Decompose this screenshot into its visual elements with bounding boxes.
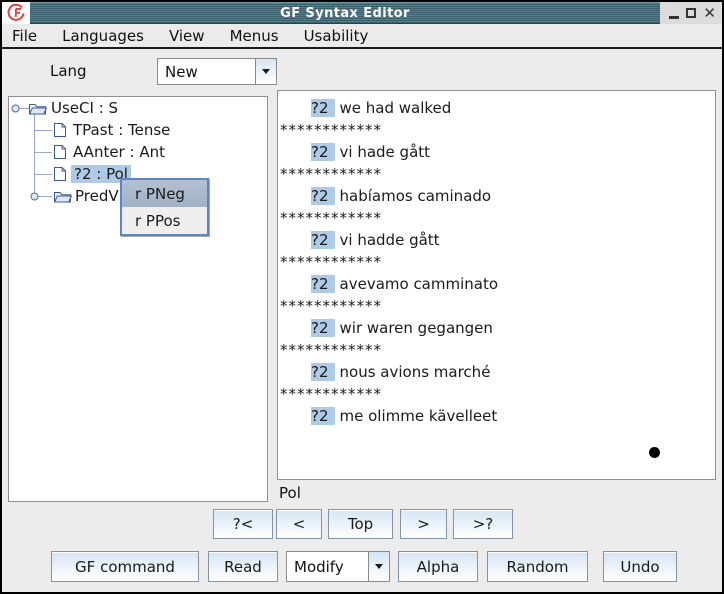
tree-row: AAnter : Ant (9, 141, 267, 163)
tree-expand-handle-icon[interactable] (30, 192, 39, 201)
folder-icon (53, 189, 72, 204)
linearization-line: ?2 avevamo camminato (278, 273, 715, 295)
prev-button[interactable]: < (276, 509, 322, 539)
maximize-icon[interactable] (686, 8, 696, 18)
lang-label: Lang (50, 62, 87, 80)
focus-token[interactable]: ?2 (311, 407, 335, 425)
document-icon (53, 122, 67, 138)
focus-token[interactable]: ?2 (311, 187, 335, 205)
separator-line: ************ (278, 163, 715, 185)
menubar: File Languages View Menus Usability (2, 24, 722, 49)
separator-line: ************ (278, 295, 715, 317)
refine-popup-menu: r PNeg r PPos (120, 178, 209, 236)
gf-syntax-editor-window: GF Syntax Editor ✕ File Languages View M… (0, 0, 724, 594)
prev-metavariable-button[interactable]: ?< (213, 509, 273, 539)
modify-select-value: Modify (287, 552, 368, 581)
linearization-line: ?2 habíamos caminado (278, 185, 715, 207)
syntax-tree-panel: UseCI : S TPast : Tense AAnter : Ant (8, 96, 268, 502)
next-metavariable-button[interactable]: >? (453, 509, 513, 539)
titlebar: GF Syntax Editor ✕ (2, 2, 722, 24)
menu-languages[interactable]: Languages (62, 27, 144, 45)
lang-select[interactable]: New (157, 58, 277, 85)
read-button[interactable]: Read (208, 551, 278, 582)
undo-button[interactable]: Undo (603, 551, 677, 582)
separator-line: ************ (278, 207, 715, 229)
separator-line: ************ (278, 251, 715, 273)
close-icon[interactable]: ✕ (703, 6, 716, 21)
gf-logo-icon (6, 3, 26, 23)
top-button[interactable]: Top (328, 509, 393, 539)
linearization-line: ?2 me olimme kävelleet (278, 405, 715, 427)
window-title: GF Syntax Editor (280, 6, 410, 21)
linearization-line: ?2 vi hade gått (278, 141, 715, 163)
alpha-button[interactable]: Alpha (398, 551, 478, 582)
separator-line: ************ (278, 119, 715, 141)
sentence-norwegian: vi hadde gått (340, 231, 440, 249)
tree-row: UseCI : S (9, 97, 267, 119)
tree-node-label[interactable]: UseCI : S (51, 99, 118, 117)
linearization-text: ?2 we had walked ************ ?2 vi hade g… (278, 91, 715, 427)
sentence-german: wir waren gegangen (340, 319, 493, 337)
linearization-line: ?2 nous avions marché (278, 361, 715, 383)
status-bar: Pol (279, 481, 715, 505)
sentence-english: we had walked (340, 99, 452, 117)
focus-token[interactable]: ?2 (311, 99, 335, 117)
sentence-french: nous avions marché (340, 363, 491, 381)
menu-usability[interactable]: Usability (304, 27, 369, 45)
linearization-panel[interactable]: ?2 we had walked ************ ?2 vi hade g… (277, 90, 716, 480)
focus-token[interactable]: ?2 (311, 143, 335, 161)
modify-select-dropdown-button[interactable] (368, 552, 389, 581)
document-icon (53, 166, 67, 182)
tree-row: TPast : Tense (9, 119, 267, 141)
linearization-line: ?2 wir waren gegangen (278, 317, 715, 339)
sentence-finnish: me olimme kävelleet (340, 407, 498, 425)
focus-token[interactable]: ?2 (311, 363, 335, 381)
sentence-spanish: habíamos caminado (340, 187, 492, 205)
window-controls: ✕ (660, 2, 722, 24)
menu-file[interactable]: File (12, 27, 37, 45)
popup-item-ppos[interactable]: r PPos (122, 207, 207, 234)
popup-item-pneg[interactable]: r PNeg (122, 180, 207, 207)
linearization-line: ?2 vi hadde gått (278, 229, 715, 251)
menu-view[interactable]: View (169, 27, 205, 45)
focus-token[interactable]: ?2 (311, 319, 335, 337)
separator-line: ************ (278, 383, 715, 405)
tree-collapse-handle-icon[interactable] (11, 104, 20, 113)
app-logo-icon[interactable] (2, 2, 30, 24)
sentence-italian: avevamo camminato (340, 275, 499, 293)
random-button[interactable]: Random (487, 551, 588, 582)
minimize-icon[interactable] (669, 16, 679, 19)
sentence-swedish: vi hade gått (340, 143, 431, 161)
chevron-down-icon (262, 69, 270, 74)
cursor-dot (649, 447, 660, 458)
linearization-line: ?2 we had walked (278, 97, 715, 119)
separator-line: ************ (278, 339, 715, 361)
lang-select-value: New (158, 59, 255, 84)
tree-node-label[interactable]: PredVI (75, 187, 123, 205)
document-icon (53, 144, 67, 160)
next-button[interactable]: > (400, 509, 447, 539)
folder-icon (28, 101, 47, 116)
menu-menus[interactable]: Menus (230, 27, 279, 45)
toolbar: Lang New Open Text Save As New Grammar (2, 49, 722, 92)
focus-token[interactable]: ?2 (311, 231, 335, 249)
focus-token[interactable]: ?2 (311, 275, 335, 293)
gf-command-button[interactable]: GF command (51, 551, 199, 582)
lang-select-dropdown-button[interactable] (255, 59, 276, 84)
chevron-down-icon (375, 564, 383, 569)
tree-node-label[interactable]: AAnter : Ant (73, 143, 165, 161)
modify-select[interactable]: Modify (286, 551, 390, 582)
tree-node-label[interactable]: TPast : Tense (73, 121, 170, 139)
titlebar-stripe[interactable]: GF Syntax Editor (30, 2, 660, 24)
